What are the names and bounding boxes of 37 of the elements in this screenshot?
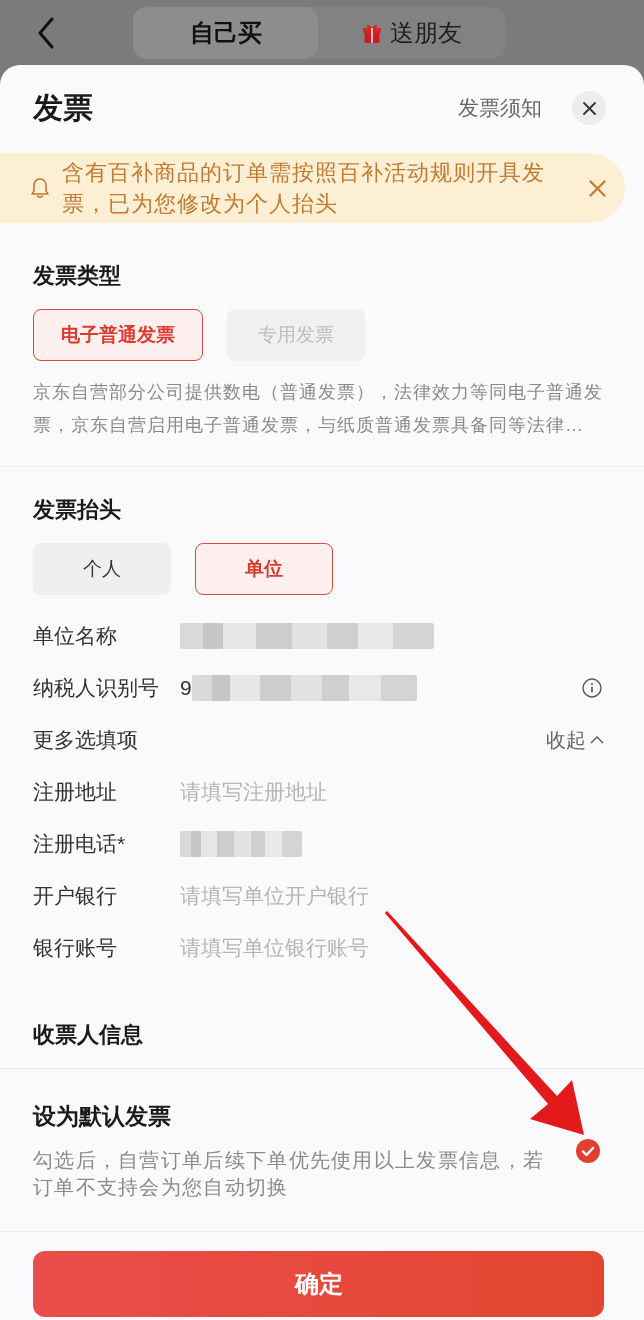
bell-icon <box>30 177 50 199</box>
back-icon[interactable] <box>37 16 55 49</box>
input-field[interactable] <box>180 623 434 649</box>
close-button[interactable] <box>572 91 606 125</box>
input-field[interactable] <box>180 831 302 857</box>
tab[interactable]: 送朋友 <box>318 6 506 59</box>
collapse-toggle[interactable]: 收起 <box>546 726 604 754</box>
invoice-title-option[interactable]: 个人 <box>33 543 171 595</box>
field-label: 注册地址 <box>33 779 118 805</box>
tab[interactable]: 自己买 <box>133 6 318 59</box>
info-icon[interactable] <box>582 678 602 698</box>
sheet-title: 发票 <box>33 91 93 125</box>
close-icon <box>582 101 596 115</box>
confirm-button[interactable]: 确定 <box>33 1251 604 1317</box>
banner-text: 含有百补商品的订单需按照百补活动规则开具发票，已为您修改为个人抬头 <box>62 159 546 218</box>
field-label: 纳税人识别号 <box>33 675 160 701</box>
default-invoice-heading: 设为默认发票 <box>33 1102 171 1131</box>
more-options-label: 更多选填项 <box>33 727 138 753</box>
section-heading: 发票抬头 <box>33 496 121 524</box>
input-field[interactable]: 请填写单位开户银行 <box>180 882 376 910</box>
input-field[interactable]: 请填写单位银行账号 <box>180 934 376 962</box>
section-heading: 收票人信息 <box>33 1021 143 1049</box>
invoice-type-option[interactable]: 电子普通发票 <box>33 309 203 361</box>
default-invoice-description: 勾选后，自营订单后续下单优先使用以上发票信息，若订单不支持会为您自动切换 <box>33 1148 546 1200</box>
close-icon[interactable] <box>589 179 606 197</box>
field-label: 银行账号 <box>33 935 118 961</box>
chevron-up-icon <box>590 736 604 744</box>
notice-link[interactable]: 发票须知 <box>458 94 542 122</box>
section-heading: 发票类型 <box>33 262 121 290</box>
checkbox[interactable] <box>576 1138 600 1163</box>
invoice-title-option[interactable]: 单位 <box>195 543 333 595</box>
field-label: 开户银行 <box>33 883 118 909</box>
field-label: 单位名称 <box>33 623 118 649</box>
input-field[interactable]: 请填写注册地址 <box>180 778 334 806</box>
invoice-type-description: 京东自营部分公司提供数电（普通发票），法律效力等同电子普通发票，京东自营启用电子普通发票，与纸质普通发票具备同等法律… <box>33 381 604 437</box>
field-label: 注册电话* <box>33 831 127 857</box>
gift-icon <box>362 22 382 43</box>
